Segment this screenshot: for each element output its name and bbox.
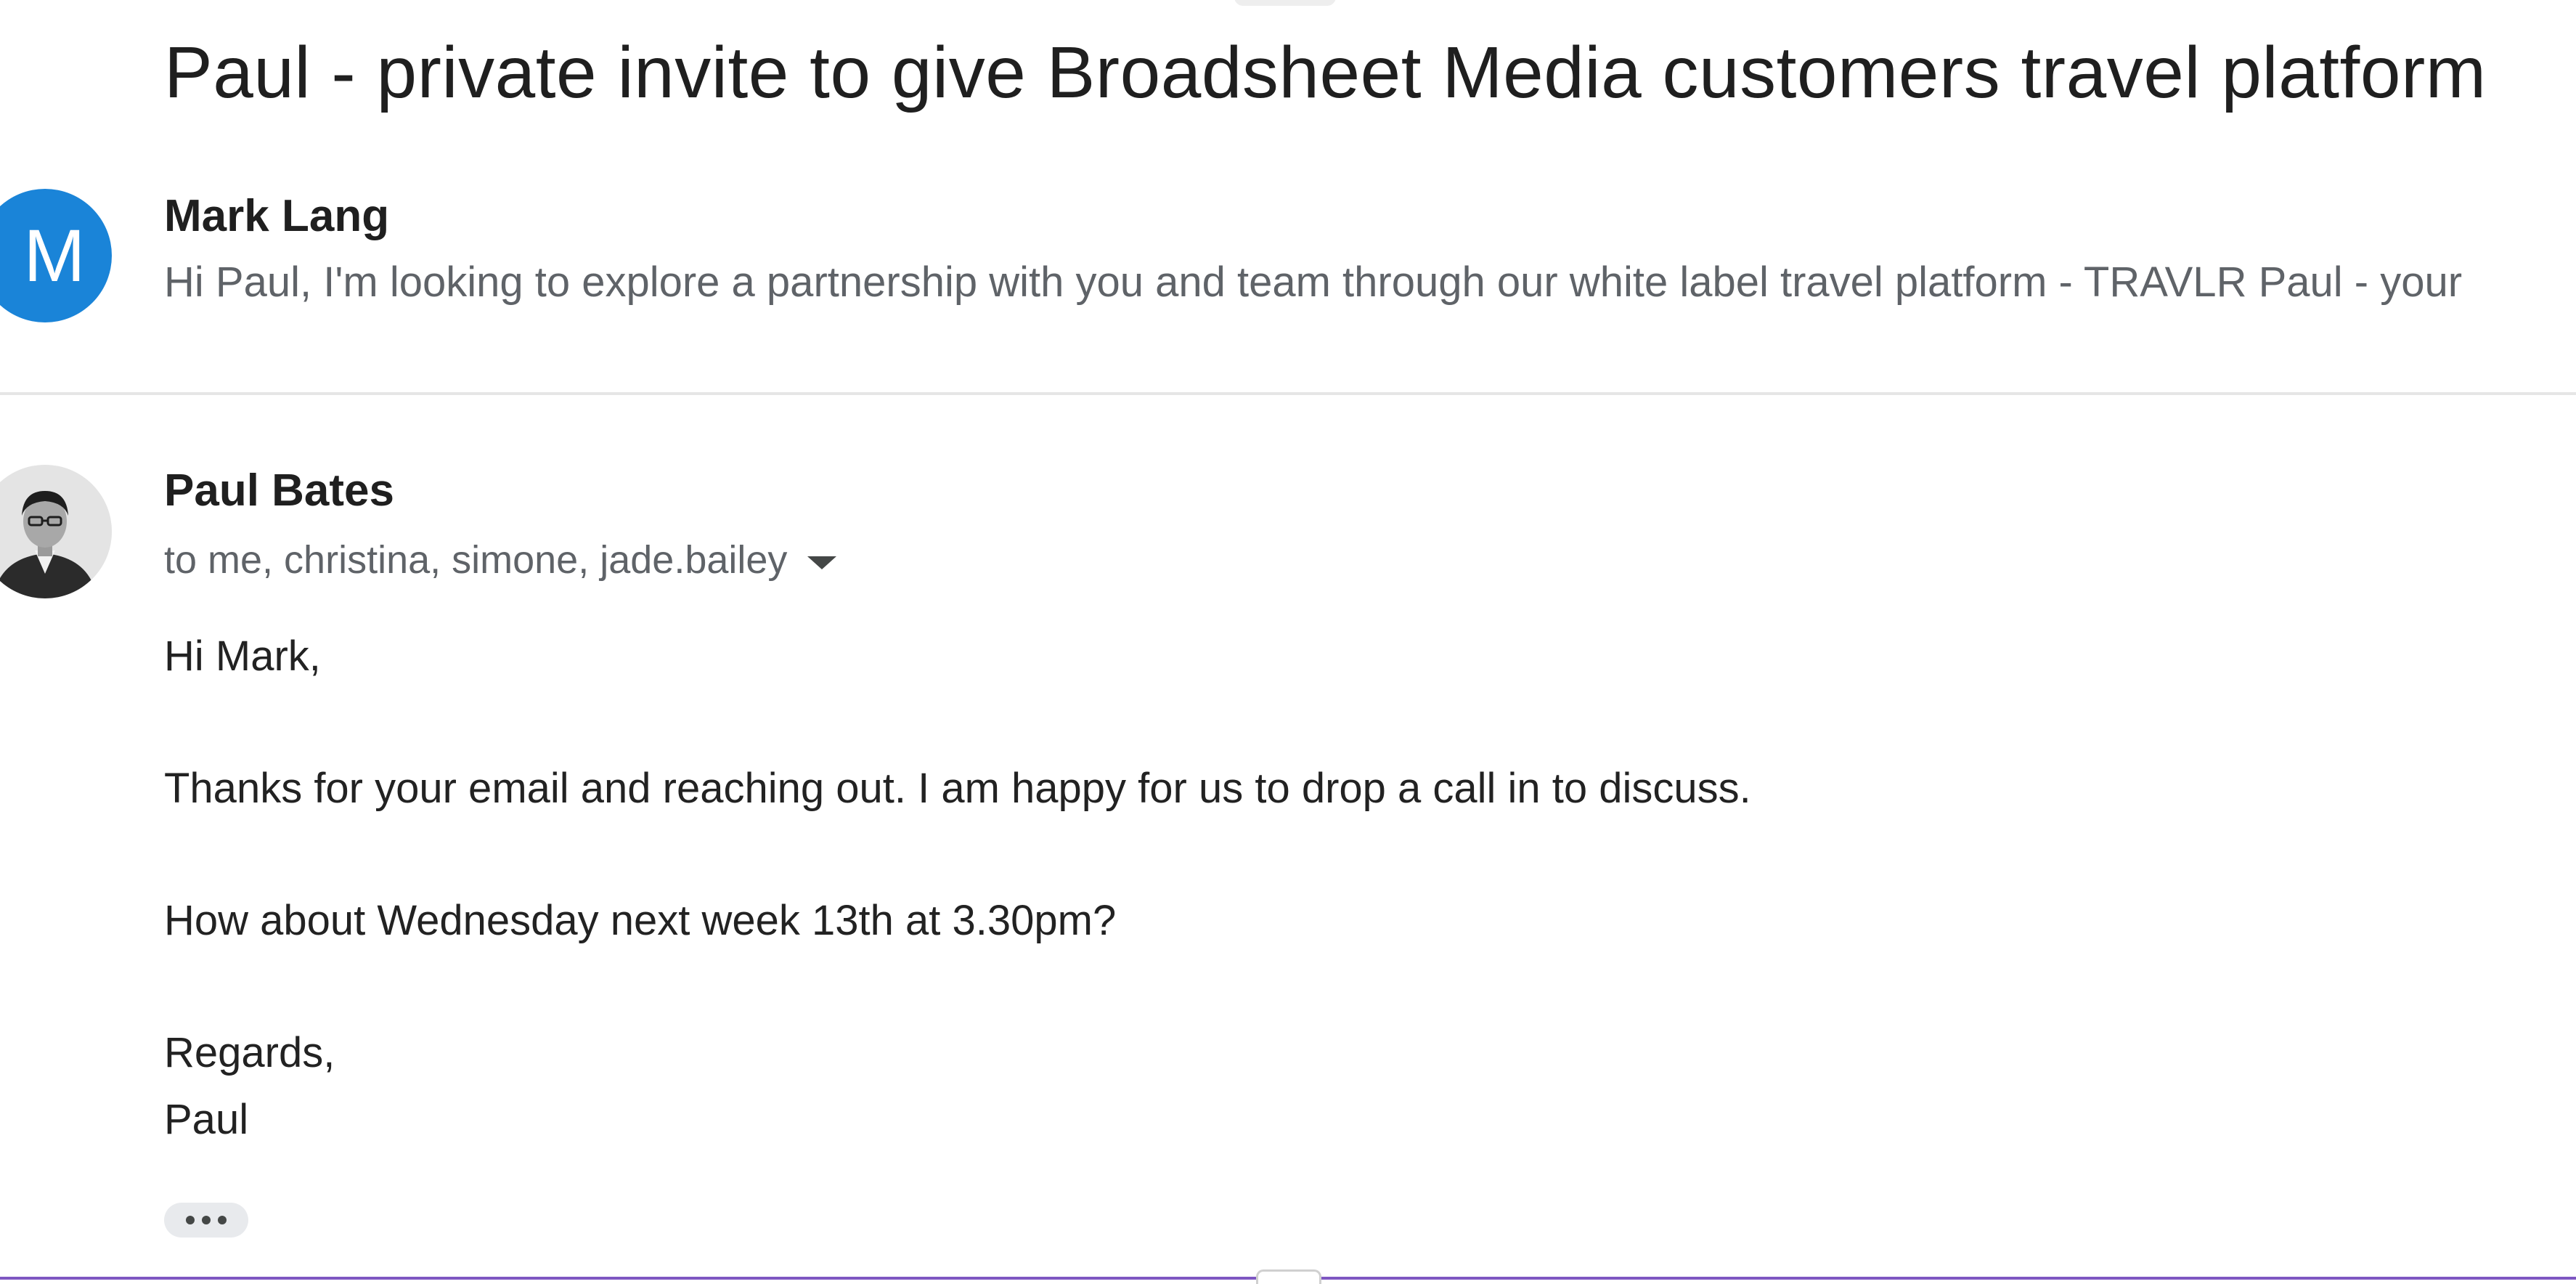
body-line-paragraph: Thanks for your email and reaching out. …	[164, 765, 1751, 812]
window-top-handle	[1234, 0, 1336, 6]
recipients-text: to me, christina, simone, jade.bailey	[164, 538, 788, 582]
show-details-caret-icon[interactable]	[807, 556, 837, 569]
message-divider	[0, 392, 2576, 395]
bottom-drag-handle[interactable]	[1256, 1269, 1321, 1284]
body-line-signoff: Regards,	[164, 1029, 335, 1076]
more-horiz-icon	[218, 1216, 227, 1224]
sender-avatar-photo[interactable]	[0, 465, 112, 598]
sender-avatar[interactable]: M	[0, 189, 112, 322]
email-subject: Paul - private invite to give Broadsheet…	[164, 32, 2487, 113]
message-snippet[interactable]: Hi Paul, I'm looking to explore a partne…	[164, 258, 2462, 306]
recipients-line[interactable]: to me, christina, simone, jade.bailey	[164, 537, 837, 582]
avatar-letter: M	[23, 214, 86, 297]
more-horiz-icon	[186, 1216, 195, 1224]
sender-name[interactable]: Mark Lang	[164, 190, 389, 242]
person-photo-icon	[0, 465, 112, 598]
body-line-paragraph: How about Wednesday next week 13th at 3.…	[164, 897, 1117, 944]
body-line-signature: Paul	[164, 1096, 249, 1143]
sender-name[interactable]: Paul Bates	[164, 465, 394, 516]
show-trimmed-content-button[interactable]	[164, 1203, 248, 1238]
body-line-greeting: Hi Mark,	[164, 633, 321, 680]
more-horiz-icon	[202, 1216, 211, 1224]
